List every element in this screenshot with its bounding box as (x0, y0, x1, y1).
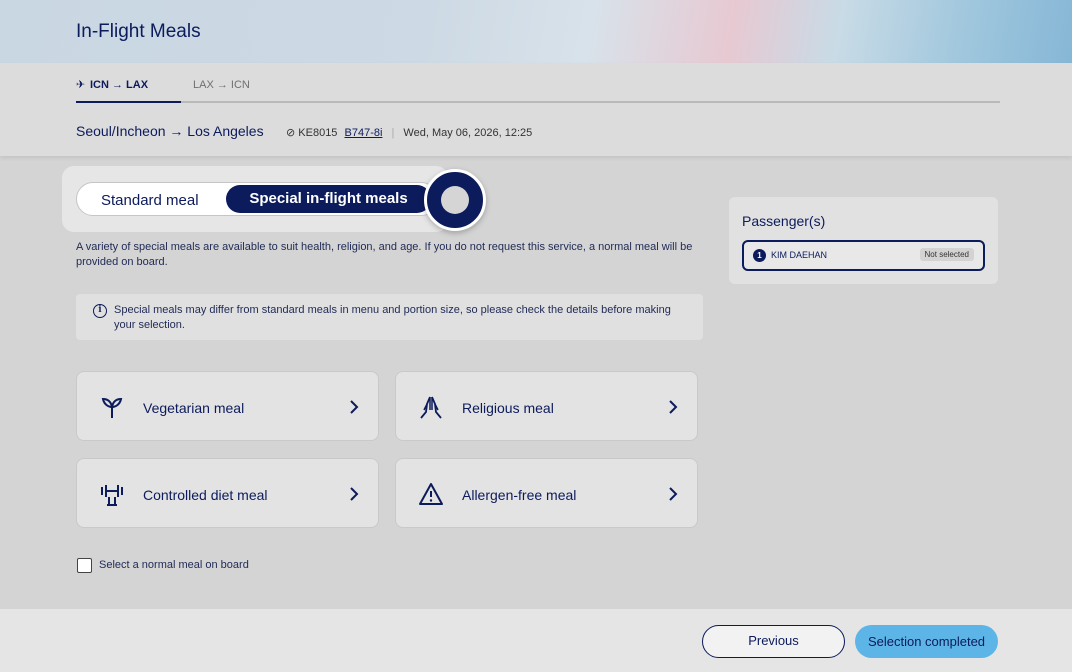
flight-info-band: ✈ ICN → LAX LAX → ICN Seoul/Incheon → Lo… (0, 63, 1072, 156)
status-badge: Not selected (919, 248, 974, 261)
divider: | (391, 127, 395, 139)
page-header: In-Flight Meals (0, 0, 1072, 63)
special-meal-option[interactable]: Special in-flight meals (226, 185, 431, 213)
passenger-number-badge: 1 (753, 249, 766, 262)
tab-label: ICN → LAX (90, 79, 149, 91)
passenger-name: KIM DAEHAN (771, 250, 828, 260)
normal-meal-checkbox-label[interactable]: Select a normal meal on board (99, 559, 249, 571)
special-meal-description: A variety of special meals are available… (76, 241, 693, 268)
category-vegetarian[interactable]: Vegetarian meal (76, 371, 379, 441)
aircraft-link[interactable]: B747-8i (345, 127, 383, 139)
chevron-right-icon (350, 487, 359, 501)
category-label: Allergen-free meal (462, 487, 577, 503)
passenger-panel: Passenger(s) 1 KIM DAEHAN Not selected (729, 197, 998, 284)
chevron-right-icon (669, 487, 678, 501)
page-title: In-Flight Meals (76, 21, 201, 42)
flight-datetime: Wed, May 06, 2026, 12:25 (403, 127, 533, 139)
previous-button[interactable]: Previous (702, 625, 845, 658)
chevron-right-icon (669, 400, 678, 414)
airplane-icon: ✈ (76, 79, 86, 91)
passenger-panel-title: Passenger(s) (742, 213, 826, 229)
category-controlled-diet[interactable]: Controlled diet meal (76, 458, 379, 528)
passenger-item[interactable]: 1 KIM DAEHAN Not selected (742, 240, 985, 271)
normal-meal-checkbox[interactable] (77, 558, 92, 573)
meal-type-toggle: Standard meal Special in-flight meals (76, 182, 438, 216)
footer-bar: Previous Selection completed (0, 609, 1072, 672)
flight-code-icon: ⊘ (286, 127, 296, 139)
notice-text: Special meals may differ from standard m… (114, 304, 671, 331)
standard-meal-option[interactable]: Standard meal (101, 192, 199, 209)
warning-icon (419, 483, 443, 505)
info-notice: i Special meals may differ from standard… (76, 294, 703, 340)
category-label: Religious meal (462, 400, 554, 416)
touch-cursor-indicator (424, 169, 486, 231)
flight-meta: ⊘ KE8015 B747-8i | Wed, May 06, 2026, 12… (286, 126, 532, 139)
dumbbell-icon (101, 485, 123, 506)
praying-hands-icon (420, 396, 442, 419)
selection-completed-button[interactable]: Selection completed (855, 625, 998, 658)
tab-icn-lax[interactable]: ✈ ICN → LAX (76, 79, 181, 103)
category-label: Vegetarian meal (143, 400, 245, 416)
tab-lax-icn[interactable]: LAX → ICN (193, 79, 250, 103)
segment-tabs: ✈ ICN → LAX LAX → ICN (76, 63, 1000, 103)
flight-route: Seoul/Incheon → Los Angeles (76, 123, 264, 139)
sprout-icon (101, 397, 123, 418)
tab-label: LAX → ICN (193, 79, 250, 91)
info-icon: i (93, 304, 107, 318)
chevron-right-icon (350, 400, 359, 414)
flight-number: KE8015 (298, 127, 338, 139)
category-label: Controlled diet meal (143, 487, 268, 503)
category-allergen-free[interactable]: Allergen-free meal (395, 458, 698, 528)
category-religious[interactable]: Religious meal (395, 371, 698, 441)
